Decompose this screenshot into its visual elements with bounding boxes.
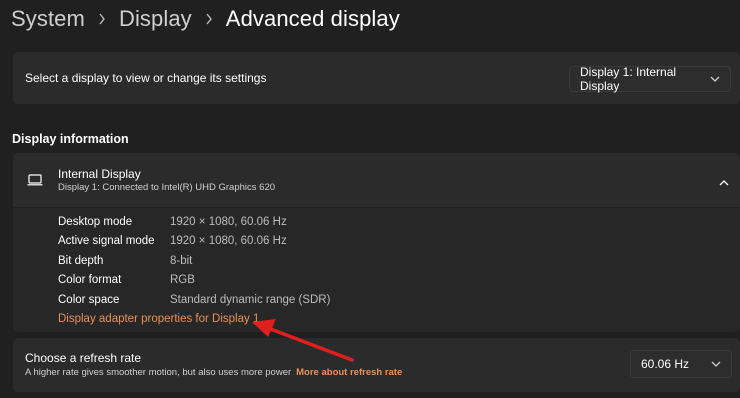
page-title: Advanced display xyxy=(225,6,400,31)
refresh-rate-value: 60.06 Hz xyxy=(641,357,690,371)
property-value: RGB xyxy=(170,274,195,286)
display-adapter-properties-link[interactable]: Display adapter properties for Display 1 xyxy=(58,313,259,325)
property-key: Color format xyxy=(58,274,122,286)
property-value: 8-bit xyxy=(170,255,193,267)
chevron-right-icon xyxy=(205,13,213,25)
property-key: Bit depth xyxy=(58,255,104,267)
property-row: Active signal mode 1920 × 1080, 60.06 Hz xyxy=(58,235,287,247)
more-about-refresh-rate-link[interactable]: More about refresh rate xyxy=(296,367,402,378)
property-value: 1920 × 1080, 60.06 Hz xyxy=(170,216,287,228)
display-connection-info: Display 1: Connected to Intel(R) UHD Gra… xyxy=(58,182,276,193)
chevron-down-icon xyxy=(711,359,721,370)
display-information-heading: Display information xyxy=(12,132,129,146)
property-value: 1920 × 1080, 60.06 Hz xyxy=(170,235,287,247)
refresh-rate-card: Choose a refresh rate A higher rate give… xyxy=(13,338,740,392)
property-key: Desktop mode xyxy=(58,216,133,228)
select-display-label: Select a display to view or change its s… xyxy=(25,71,267,85)
property-row: Color format RGB xyxy=(58,274,195,286)
chevron-down-icon xyxy=(710,74,720,85)
breadcrumb: System Display Advanced display xyxy=(11,6,400,32)
chevron-right-icon xyxy=(98,13,106,25)
refresh-rate-title: Choose a refresh rate xyxy=(25,351,142,365)
select-display-card: Select a display to view or change its s… xyxy=(13,52,740,104)
breadcrumb-display[interactable]: Display xyxy=(119,6,192,32)
display-info-expander-header[interactable]: Internal Display Display 1: Connected to… xyxy=(13,153,740,207)
property-row: Bit depth 8-bit xyxy=(58,255,192,267)
refresh-rate-description-text: A higher rate gives smoother motion, but… xyxy=(25,367,292,378)
refresh-rate-dropdown[interactable]: 60.06 Hz xyxy=(630,350,732,378)
chevron-up-icon[interactable] xyxy=(719,173,729,191)
display-info-details: Desktop mode 1920 × 1080, 60.06 Hz Activ… xyxy=(13,208,740,332)
property-value: Standard dynamic range (SDR) xyxy=(170,294,331,306)
display-name: Internal Display xyxy=(58,167,141,181)
breadcrumb-system[interactable]: System xyxy=(11,6,85,32)
property-key: Color space xyxy=(58,294,120,306)
refresh-rate-description: A higher rate gives smoother motion, but… xyxy=(25,367,402,378)
property-key: Active signal mode xyxy=(58,235,155,247)
property-row: Color space Standard dynamic range (SDR) xyxy=(58,294,330,306)
laptop-icon xyxy=(27,173,43,191)
property-row: Desktop mode 1920 × 1080, 60.06 Hz xyxy=(58,216,287,228)
display-select-value: Display 1: Internal Display xyxy=(580,65,677,93)
display-select-dropdown[interactable]: Display 1: Internal Display xyxy=(569,65,731,93)
